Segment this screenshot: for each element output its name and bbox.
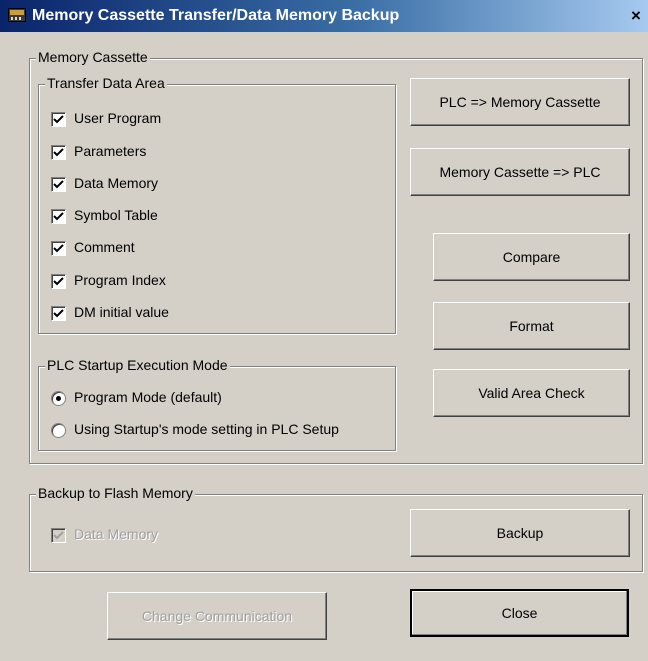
checkbox-label: Symbol Table <box>74 207 158 223</box>
startup-mode-legend: PLC Startup Execution Mode <box>45 357 230 373</box>
valid-area-check-button[interactable]: Valid Area Check <box>433 369 630 417</box>
title-bar[interactable]: Memory Cassette Transfer/Data Memory Bac… <box>0 0 648 32</box>
checkmark-icon <box>53 277 64 286</box>
memory-cassette-icon <box>8 8 26 22</box>
checkbox-box[interactable] <box>51 112 66 127</box>
checkmark-icon <box>53 180 64 189</box>
plc-to-cassette-button[interactable]: PLC => Memory Cassette <box>410 78 630 126</box>
compare-button[interactable]: Compare <box>433 233 630 281</box>
checkbox-label: Data Memory <box>74 526 159 542</box>
backup-legend: Backup to Flash Memory <box>36 485 195 501</box>
format-button[interactable]: Format <box>433 302 630 350</box>
startup-mode-group: PLC Startup Execution Mode <box>38 357 396 451</box>
close-button[interactable]: Close <box>410 589 629 637</box>
checkmark-icon <box>53 212 64 221</box>
radio-button[interactable] <box>51 391 66 406</box>
checkbox-label: Comment <box>74 239 135 255</box>
checkbox-box[interactable] <box>51 177 66 192</box>
window-title: Memory Cassette Transfer/Data Memory Bac… <box>32 7 400 24</box>
checkmark-icon <box>53 244 64 253</box>
close-icon[interactable]: × <box>626 5 646 27</box>
dialog-body: Memory Cassette Transfer Data Area User … <box>0 32 648 661</box>
cassette-to-plc-button[interactable]: Memory Cassette => PLC <box>410 148 630 196</box>
checkbox-box[interactable] <box>51 528 66 543</box>
radio-label: Using Startup's mode setting in PLC Setu… <box>74 421 339 437</box>
checkbox-box[interactable] <box>51 306 66 321</box>
checkbox-label: Data Memory <box>74 175 159 191</box>
checkbox-label: DM initial value <box>74 304 169 320</box>
checkbox-box[interactable] <box>51 274 66 289</box>
checkmark-icon <box>53 531 64 540</box>
checkbox-label: Program Index <box>74 272 166 288</box>
radio-button[interactable] <box>51 423 66 438</box>
radio-selected-dot <box>56 396 61 401</box>
checkmark-icon <box>53 115 64 124</box>
transfer-data-area-legend: Transfer Data Area <box>45 75 167 91</box>
checkmark-icon <box>53 309 64 318</box>
checkbox-box[interactable] <box>51 241 66 256</box>
checkbox-box[interactable] <box>51 209 66 224</box>
memory-cassette-legend: Memory Cassette <box>36 49 150 65</box>
radio-label: Program Mode (default) <box>74 389 222 405</box>
checkmark-icon <box>53 148 64 157</box>
checkbox-box[interactable] <box>51 145 66 160</box>
backup-button[interactable]: Backup <box>410 509 630 557</box>
checkbox-label: Parameters <box>74 143 147 159</box>
change-communication-button[interactable]: Change Communication <box>107 592 327 640</box>
checkbox-label: User Program <box>74 110 162 126</box>
